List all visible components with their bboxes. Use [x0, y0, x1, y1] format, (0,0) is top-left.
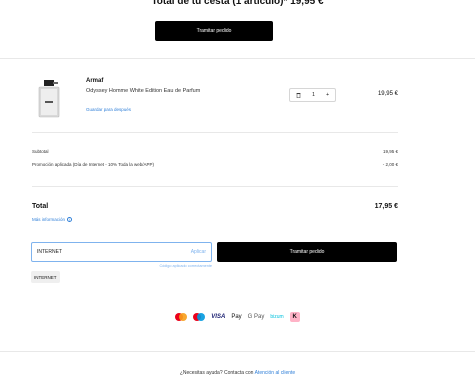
maestro-icon	[193, 313, 206, 321]
total-label: Total	[32, 203, 49, 210]
quantity-value[interactable]: 1	[312, 92, 315, 98]
divider	[32, 186, 398, 187]
promo-code-input[interactable]: INTERNET Aplicar	[31, 242, 212, 262]
more-info-label: Más información	[32, 217, 66, 222]
mastercard-icon	[175, 313, 188, 321]
product-brand: Armaf	[86, 78, 104, 84]
help-footer: ¿Necesitas ayuda? Contacta con Atención …	[0, 370, 475, 376]
apply-promo-button[interactable]: Aplicar	[191, 249, 206, 255]
promo-applied-value: - 2,00 €	[382, 162, 398, 167]
applied-promo-chip[interactable]: INTERNET	[31, 271, 60, 283]
trash-icon[interactable]	[296, 92, 301, 99]
promo-code-value[interactable]: INTERNET	[37, 249, 62, 255]
perfume-bottle-icon[interactable]	[37, 79, 61, 119]
checkout-button[interactable]: Tramitar pedido	[217, 242, 397, 262]
cart-total-title: Total de tu cesta (1 artículo)* 19,95 €	[151, 0, 324, 7]
apple-pay-icon: Pay	[231, 314, 241, 320]
divider	[0, 58, 475, 59]
product-name[interactable]: Odyssey Homme White Edition Eau de Parfu…	[86, 88, 200, 94]
quantity-stepper: 1 +	[289, 88, 336, 102]
apple-pay-label: Pay	[231, 314, 242, 320]
promo-applied-label: Promoción aplicada (Día de Internet - 10…	[32, 162, 154, 167]
klarna-icon: K	[289, 312, 300, 322]
payment-methods: VISA Pay G Pay bizum K	[0, 312, 475, 322]
subtotal-label: Subtotal	[32, 149, 49, 154]
increase-quantity-button[interactable]: +	[326, 92, 329, 98]
info-icon: i	[67, 217, 73, 222]
product-price: 19,95 €	[377, 91, 398, 97]
more-info-link[interactable]: Más información i	[32, 217, 73, 222]
checkout-button-top[interactable]: Tramitar pedido	[155, 21, 273, 41]
subtotal-value: 19,95 €	[382, 149, 398, 154]
promo-applied-message: Código aplicado correctamente	[159, 264, 212, 268]
save-for-later-link[interactable]: Guardar para después	[86, 107, 131, 112]
visa-icon: VISA	[211, 314, 226, 320]
bizum-icon: bizum	[270, 314, 284, 320]
divider	[32, 132, 398, 133]
help-text: ¿Necesitas ayuda? Contacta con	[179, 370, 254, 376]
google-pay-icon: G Pay	[247, 314, 265, 320]
total-value: 17,95 €	[374, 203, 398, 210]
divider	[0, 351, 475, 352]
customer-service-link[interactable]: Atención al cliente	[255, 370, 296, 376]
